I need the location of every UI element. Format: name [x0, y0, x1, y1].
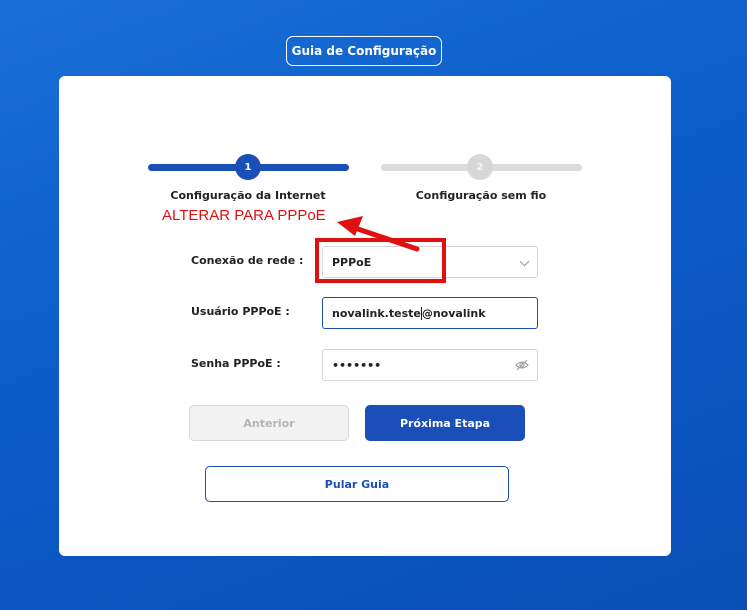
setup-card: 1 2 Configuração da Internet Configuraçã…	[59, 76, 671, 556]
guide-title-button[interactable]: Guia de Configuração	[286, 36, 442, 66]
annotation-arrow-icon	[337, 216, 420, 252]
